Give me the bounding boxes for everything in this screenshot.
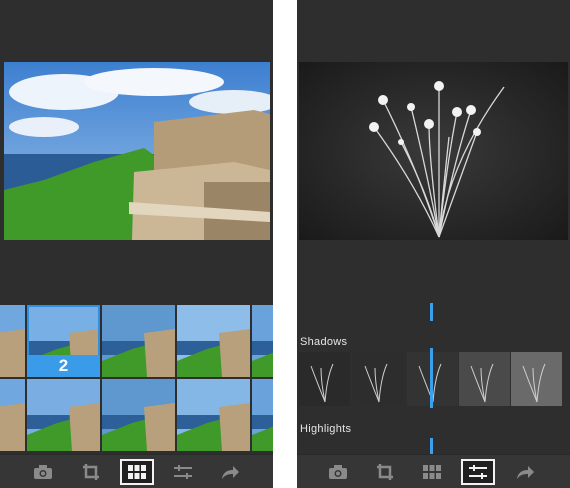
adjustment-strip-partial[interactable]: [297, 303, 570, 321]
share-arrow-icon[interactable]: [508, 459, 542, 485]
thumb-image: [102, 379, 175, 451]
filter-thumb-selected[interactable]: 2: [27, 305, 100, 377]
filter-thumb[interactable]: [177, 379, 250, 451]
filter-thumbnails: 2: [0, 305, 273, 453]
thumb-image: [27, 379, 100, 451]
grid-icon[interactable]: [415, 459, 449, 485]
sliders-icon[interactable]: [166, 459, 200, 485]
thumb-image: [177, 305, 250, 377]
sliders-icon[interactable]: [461, 459, 495, 485]
share-arrow-icon[interactable]: [213, 459, 247, 485]
slider-marker[interactable]: [430, 303, 433, 321]
filter-thumb[interactable]: [0, 305, 25, 377]
thumb-image: [177, 379, 250, 451]
filter-thumb[interactable]: [102, 305, 175, 377]
grid-icon[interactable]: [120, 459, 154, 485]
crop-icon[interactable]: [74, 459, 108, 485]
thumb-image: [252, 379, 273, 451]
thumb-image: [0, 379, 25, 451]
camera-icon[interactable]: [26, 459, 60, 485]
bottom-toolbar: [297, 454, 570, 488]
thumb-image: [0, 305, 25, 377]
shadows-slider-marker[interactable]: [430, 348, 433, 408]
selected-filter-badge: 2: [27, 355, 100, 377]
crop-icon[interactable]: [368, 459, 402, 485]
shadows-strip[interactable]: [297, 348, 570, 408]
left-screen: 2: [0, 0, 273, 488]
highlights-slider-marker[interactable]: [430, 438, 433, 454]
filter-thumb[interactable]: [252, 305, 273, 377]
bottom-toolbar: [0, 454, 273, 488]
shadows-label: Shadows: [300, 336, 348, 348]
filter-thumb[interactable]: [177, 305, 250, 377]
filter-thumb[interactable]: [0, 379, 25, 451]
highlights-label: Highlights: [300, 423, 352, 435]
highlights-strip[interactable]: [297, 438, 570, 454]
camera-icon[interactable]: [321, 459, 355, 485]
filter-thumb[interactable]: [252, 379, 273, 451]
thumb-image: [102, 305, 175, 377]
filter-thumb[interactable]: [102, 379, 175, 451]
filter-thumb[interactable]: [27, 379, 100, 451]
thumb-image: [252, 305, 273, 377]
right-screen: Shadows Highlights: [297, 0, 570, 488]
main-photo: [4, 62, 270, 240]
main-photo: [299, 62, 568, 240]
